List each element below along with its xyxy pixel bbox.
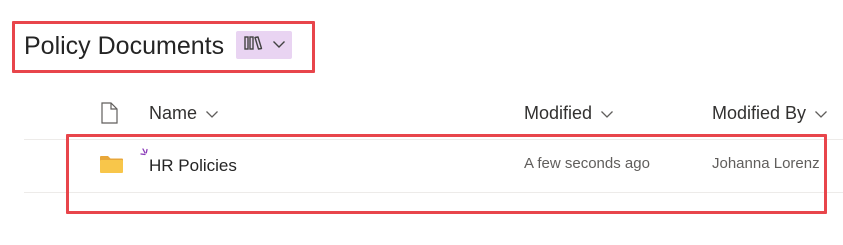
highlight-box-title [12,21,315,73]
list-header-row: Name Modified Modified By [0,92,843,138]
highlight-box-row [66,134,827,214]
chevron-down-icon [600,102,614,124]
column-header-modified-label: Modified [524,103,593,123]
chevron-down-icon [814,102,828,124]
document-icon[interactable] [100,102,118,129]
column-header-name-label: Name [149,103,198,123]
column-header-modified[interactable]: Modified [524,102,614,124]
column-header-name[interactable]: Name [149,102,219,124]
column-header-modified-by[interactable]: Modified By [712,102,828,124]
chevron-down-icon [205,102,219,124]
column-header-modified-by-label: Modified By [712,103,807,123]
